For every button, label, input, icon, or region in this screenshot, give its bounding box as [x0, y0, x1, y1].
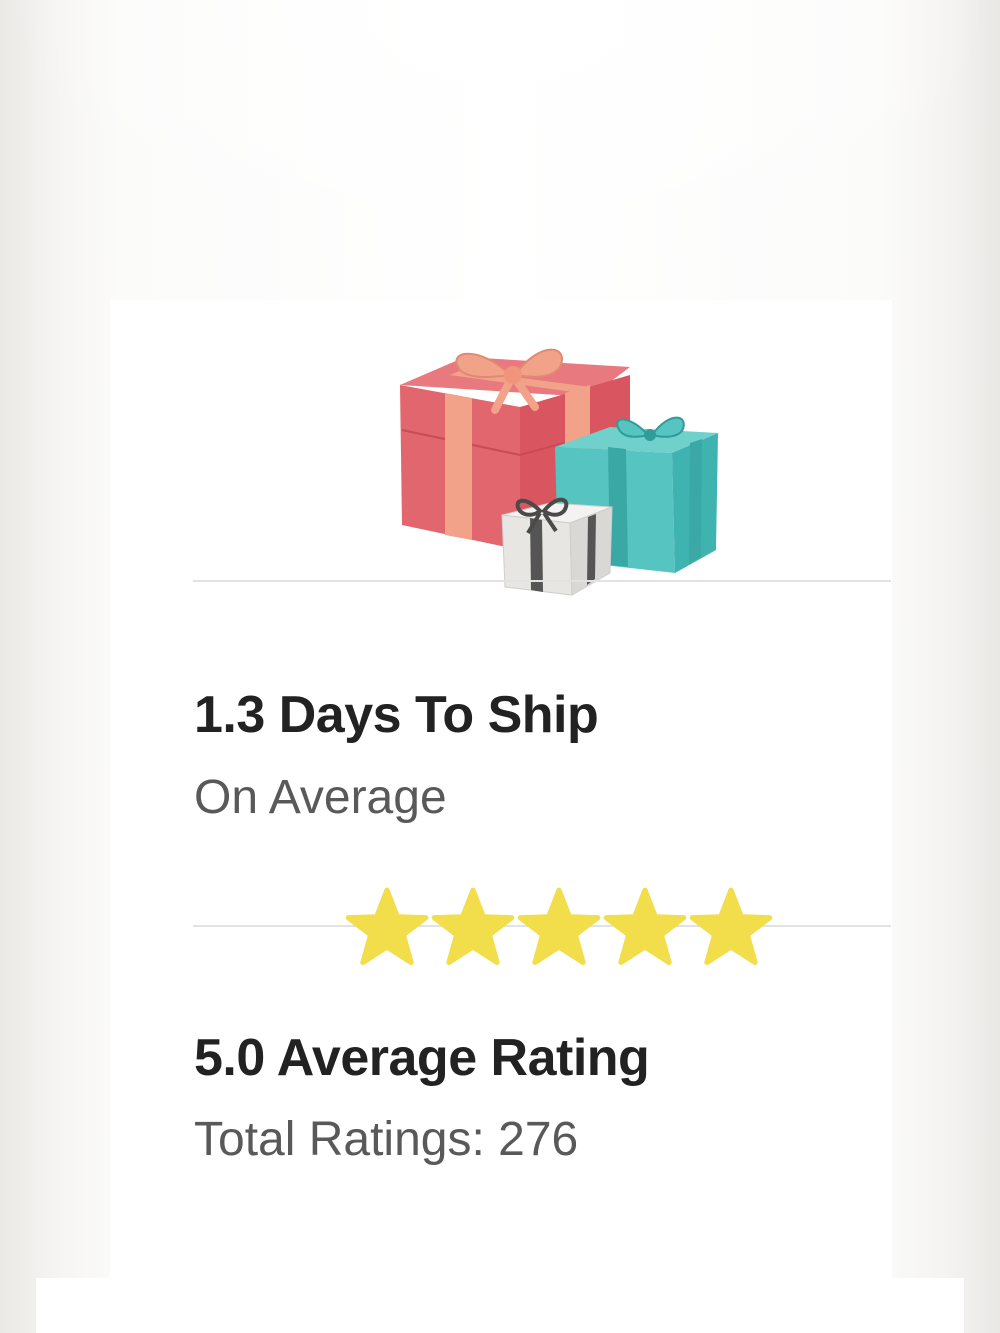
- star-icon: [689, 887, 773, 965]
- rating-stars: [344, 884, 778, 972]
- total-ratings-text: Total Ratings: 276: [194, 1113, 579, 1166]
- average-rating-title: 5.0 Average Rating: [194, 1029, 650, 1087]
- star-icon: [603, 887, 687, 965]
- gift-boxes-illustration: [400, 348, 718, 596]
- bottom-band: [36, 1278, 964, 1333]
- divider-top: [193, 580, 891, 582]
- shipping-time-title: 1.3 Days To Ship: [194, 686, 599, 744]
- star-icon: [517, 887, 601, 965]
- star-icon: [431, 887, 515, 965]
- star-icon: [345, 887, 429, 965]
- shipping-time-subtitle: On Average: [194, 771, 447, 824]
- background-glow: [0, 0, 1000, 300]
